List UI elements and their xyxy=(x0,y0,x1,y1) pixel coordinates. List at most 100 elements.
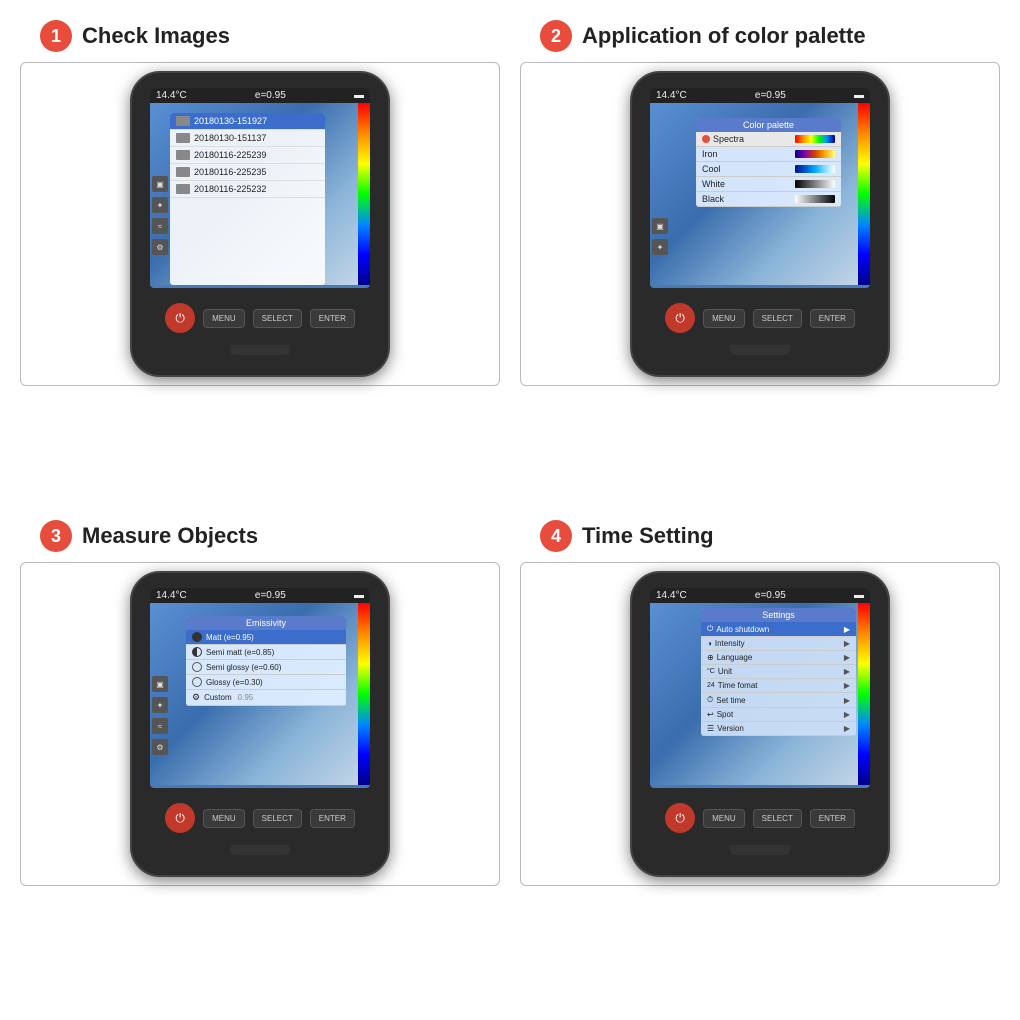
device-2-bump xyxy=(730,345,790,355)
buttons-row-2: ⏻ MENU SELECT ENTER xyxy=(665,303,855,333)
settings-title: Settings xyxy=(701,608,856,622)
screen-3-topbar: 14.4°C e=0.95 ▬ xyxy=(150,588,370,603)
file-list: 20180130-151927 20180130-151137 20180116… xyxy=(170,113,325,285)
settings-spot[interactable]: ↩ Spot ▶ xyxy=(701,708,856,722)
emissivity-semi-matt[interactable]: Semi matt (e=0.85) xyxy=(186,645,346,660)
black-swatch xyxy=(795,195,835,203)
section-header-4: 4 Time Setting xyxy=(520,520,714,552)
screen-2-left-side: ▣ ✦ xyxy=(652,218,668,255)
emissivity-title: Emissivity xyxy=(186,616,346,630)
palette-item-spectra[interactable]: Spectra xyxy=(696,132,841,147)
file-icon-4 xyxy=(176,167,190,177)
spectra-swatch xyxy=(795,135,835,143)
chevron-7: ▶ xyxy=(844,710,850,719)
enter-button-4[interactable]: ENTER xyxy=(810,809,855,828)
gallery-icon: ▣ xyxy=(152,176,168,192)
settings-left-7: ↩ Spot xyxy=(707,710,733,719)
palette-item-white[interactable]: White xyxy=(696,177,841,192)
file-item-1[interactable]: 20180130-151927 xyxy=(170,113,325,130)
file-icon-5 xyxy=(176,184,190,194)
quadrant-1: 1 Check Images 14.4°C e=0.95 ▬ xyxy=(10,10,510,510)
section-title-1: Check Images xyxy=(82,23,230,49)
section-number-3: 3 xyxy=(40,520,72,552)
device-1-bump xyxy=(230,345,290,355)
file-item-2[interactable]: 20180130-151137 xyxy=(170,130,325,147)
buttons-row-4: ⏻ MENU SELECT ENTER xyxy=(665,803,855,833)
section-number-1: 1 xyxy=(40,20,72,52)
spot-icon: ↩ xyxy=(707,710,714,719)
emissivity-semi-glossy[interactable]: Semi glossy (e=0.60) xyxy=(186,660,346,675)
device-4-area: 14.4°C e=0.95 ▬ Settings ⏻ Auto shutdown xyxy=(529,571,991,877)
settings-version[interactable]: ☰ Version ▶ xyxy=(701,722,856,736)
file-icon-3 xyxy=(176,150,190,160)
unit-icon: °C xyxy=(707,668,715,675)
palette-icon-3: ✦ xyxy=(152,697,168,713)
emissivity-matt[interactable]: Matt (e=0.95) xyxy=(186,630,346,645)
settings-time-format[interactable]: 24 Time fomat ▶ xyxy=(701,679,856,693)
file-item-5[interactable]: 20180116-225232 xyxy=(170,181,325,198)
palette-item-iron[interactable]: Iron xyxy=(696,147,841,162)
settings-left-5: 24 Time fomat xyxy=(707,681,758,690)
glossy-icon xyxy=(192,677,202,687)
power-button-4[interactable]: ⏻ xyxy=(665,803,695,833)
device-3-area: 14.4°C e=0.95 ▬ Emissivity Matt (e=0.95) xyxy=(29,571,491,877)
section-header-3: 3 Measure Objects xyxy=(20,520,258,552)
menu-button-2[interactable]: MENU xyxy=(703,309,745,328)
select-button-1[interactable]: SELECT xyxy=(253,309,302,328)
enter-button-2[interactable]: ENTER xyxy=(810,309,855,328)
enter-button-1[interactable]: ENTER xyxy=(310,309,355,328)
chevron-4: ▶ xyxy=(844,667,850,676)
measure-icon: ≈ xyxy=(152,218,168,234)
select-button-2[interactable]: SELECT xyxy=(753,309,802,328)
set-time-icon: ⏱ xyxy=(707,695,713,705)
gallery-icon-3: ▣ xyxy=(152,676,168,692)
quadrant-2: 2 Application of color palette 14.4°C e=… xyxy=(510,10,1010,510)
settings-set-time[interactable]: ⏱ Set time ▶ xyxy=(701,693,856,708)
menu-button-1[interactable]: MENU xyxy=(203,309,245,328)
enter-button-3[interactable]: ENTER xyxy=(310,809,355,828)
color-bar-2 xyxy=(858,103,870,285)
screen-3-left-side: ▣ ✦ ≈ ⚙ xyxy=(152,676,168,755)
settings-unit[interactable]: °C Unit ▶ xyxy=(701,665,856,679)
chevron-2: ▶ xyxy=(844,639,850,648)
chevron-3: ▶ xyxy=(844,653,850,662)
screen-1-left-side: ▣ ✦ ≈ ⚙ xyxy=(152,176,168,255)
quadrant-3: 3 Measure Objects 14.4°C e=0.95 ▬ Emissi… xyxy=(10,510,510,1010)
screen-4-content: Settings ⏻ Auto shutdown ▶ ◑ xyxy=(650,603,870,785)
settings-intensity[interactable]: ◑ Intensity ▶ xyxy=(701,637,856,651)
select-button-4[interactable]: SELECT xyxy=(753,809,802,828)
section-header-1: 1 Check Images xyxy=(20,20,230,52)
chevron-8: ▶ xyxy=(844,724,850,733)
emissivity-custom[interactable]: ⚙ Custom 0.95 xyxy=(186,690,346,706)
palette-item-cool[interactable]: Cool xyxy=(696,162,841,177)
screen-3-content: Emissivity Matt (e=0.95) Semi matt (e=0.… xyxy=(150,603,370,785)
section-title-2: Application of color palette xyxy=(582,23,866,49)
quadrant-4-border: 14.4°C e=0.95 ▬ Settings ⏻ Auto shutdown xyxy=(520,562,1000,886)
measure-icon-3: ≈ xyxy=(152,718,168,734)
select-button-3[interactable]: SELECT xyxy=(253,809,302,828)
screen-4-topbar: 14.4°C e=0.95 ▬ xyxy=(650,588,870,603)
cool-swatch xyxy=(795,165,835,173)
emissivity-glossy[interactable]: Glossy (e=0.30) xyxy=(186,675,346,690)
gear-icon: ⚙ xyxy=(192,692,200,703)
language-icon: ⊕ xyxy=(707,653,714,662)
settings-auto-shutdown[interactable]: ⏻ Auto shutdown ▶ xyxy=(701,622,856,637)
file-item-3[interactable]: 20180116-225239 xyxy=(170,147,325,164)
settings-left-8: ☰ Version xyxy=(707,724,744,733)
power-button-1[interactable]: ⏻ xyxy=(165,303,195,333)
file-icon-1 xyxy=(176,116,190,126)
file-item-4[interactable]: 20180116-225235 xyxy=(170,164,325,181)
palette-item-black[interactable]: Black xyxy=(696,192,841,207)
color-bar-3 xyxy=(358,603,370,785)
power-button-2[interactable]: ⏻ xyxy=(665,303,695,333)
settings-language[interactable]: ⊕ Language ▶ xyxy=(701,651,856,665)
screen-1-content: 20180130-151927 20180130-151137 20180116… xyxy=(150,103,370,285)
device-4: 14.4°C e=0.95 ▬ Settings ⏻ Auto shutdown xyxy=(630,571,890,877)
time-format-icon: 24 xyxy=(707,682,715,689)
menu-button-4[interactable]: MENU xyxy=(703,809,745,828)
power-button-3[interactable]: ⏻ xyxy=(165,803,195,833)
menu-button-3[interactable]: MENU xyxy=(203,809,245,828)
device-4-bump xyxy=(730,845,790,855)
settings-icon: ⚙ xyxy=(152,239,168,255)
device-1: 14.4°C e=0.95 ▬ 20180130-151927 xyxy=(130,71,390,377)
